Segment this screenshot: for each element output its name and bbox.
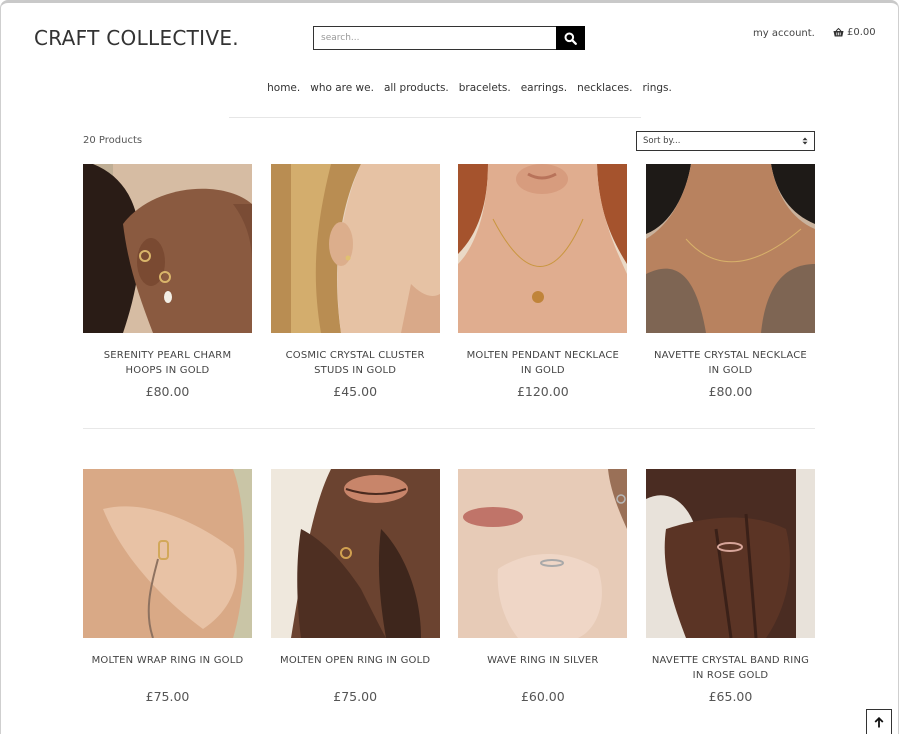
product-name[interactable]: MOLTEN WRAP RING IN GOLD — [83, 653, 252, 683]
brand-logo[interactable]: CRAFT COLLECTIVE. — [34, 26, 239, 50]
product-image[interactable] — [645, 469, 815, 638]
product-name[interactable]: MOLTEN PENDANT NECKLACE IN GOLD — [458, 348, 627, 378]
product-card[interactable]: NAVETTE CRYSTAL BAND RING IN ROSE GOLD £… — [645, 469, 815, 704]
product-image[interactable] — [458, 469, 628, 638]
search-button[interactable] — [556, 26, 585, 50]
sort-selected-value: Sort by... — [643, 136, 681, 146]
cart-total: £0.00 — [847, 27, 876, 38]
nav-necklaces[interactable]: necklaces. — [577, 82, 632, 94]
nav-earrings[interactable]: earrings. — [521, 82, 567, 94]
back-to-top-button[interactable] — [866, 709, 892, 734]
nav-divider — [229, 117, 641, 118]
product-row-1: SERENITY PEARL CHARM HOOPS IN GOLD £80.0… — [83, 164, 815, 399]
product-name[interactable]: MOLTEN OPEN RING IN GOLD — [271, 653, 440, 683]
product-image[interactable] — [83, 164, 252, 333]
product-price: £80.00 — [145, 384, 190, 399]
search-input[interactable] — [313, 26, 556, 50]
product-price: £65.00 — [708, 689, 753, 704]
nav-bracelets[interactable]: bracelets. — [459, 82, 511, 94]
product-name[interactable]: COSMIC CRYSTAL CLUSTER STUDS IN GOLD — [271, 348, 440, 378]
product-price: £45.00 — [333, 384, 378, 399]
search-icon — [564, 32, 577, 45]
product-price: £75.00 — [145, 689, 190, 704]
cart-link[interactable]: £0.00 — [833, 27, 876, 38]
product-price: £75.00 — [333, 689, 378, 704]
my-account-link[interactable]: my account. — [753, 28, 815, 39]
arrow-up-icon — [874, 716, 884, 727]
nav-all-products[interactable]: all products. — [384, 82, 449, 94]
product-price: £60.00 — [520, 689, 565, 704]
nav-rings[interactable]: rings. — [642, 82, 671, 94]
product-image[interactable] — [270, 164, 440, 333]
product-name[interactable]: NAVETTE CRYSTAL NECKLACE IN GOLD — [646, 348, 815, 378]
product-card[interactable]: MOLTEN OPEN RING IN GOLD £75.00 — [270, 469, 440, 704]
product-image[interactable] — [270, 469, 440, 638]
nav-who-are-we[interactable]: who are we. — [310, 82, 374, 94]
product-card[interactable]: SERENITY PEARL CHARM HOOPS IN GOLD £80.0… — [83, 164, 252, 399]
page: CRAFT COLLECTIVE. my account. £0.00 home… — [0, 0, 899, 734]
row-divider — [83, 428, 815, 429]
product-card[interactable]: WAVE RING IN SILVER £60.00 — [458, 469, 628, 704]
nav-home[interactable]: home. — [267, 82, 300, 94]
product-image[interactable] — [458, 164, 628, 333]
product-name[interactable]: NAVETTE CRYSTAL BAND RING IN ROSE GOLD — [646, 653, 815, 683]
product-row-2: MOLTEN WRAP RING IN GOLD £75.00 MOLTEN O… — [83, 469, 815, 704]
main-nav: home. who are we. all products. bracelet… — [1, 82, 899, 94]
sort-select[interactable]: Sort by... — [636, 131, 815, 151]
search-form — [313, 26, 585, 50]
product-card[interactable]: COSMIC CRYSTAL CLUSTER STUDS IN GOLD £45… — [270, 164, 440, 399]
sort-arrows-icon — [802, 137, 808, 145]
product-name[interactable]: WAVE RING IN SILVER — [458, 653, 627, 683]
product-count: 20 Products — [83, 135, 143, 146]
basket-icon — [833, 28, 844, 37]
product-image[interactable] — [645, 164, 815, 333]
product-card[interactable]: NAVETTE CRYSTAL NECKLACE IN GOLD £80.00 — [645, 164, 815, 399]
product-name[interactable]: SERENITY PEARL CHARM HOOPS IN GOLD — [83, 348, 252, 378]
product-card[interactable]: MOLTEN PENDANT NECKLACE IN GOLD £120.00 — [458, 164, 628, 399]
product-image[interactable] — [83, 469, 252, 638]
product-card[interactable]: MOLTEN WRAP RING IN GOLD £75.00 — [83, 469, 252, 704]
product-price: £80.00 — [708, 384, 753, 399]
product-price: £120.00 — [516, 384, 569, 399]
